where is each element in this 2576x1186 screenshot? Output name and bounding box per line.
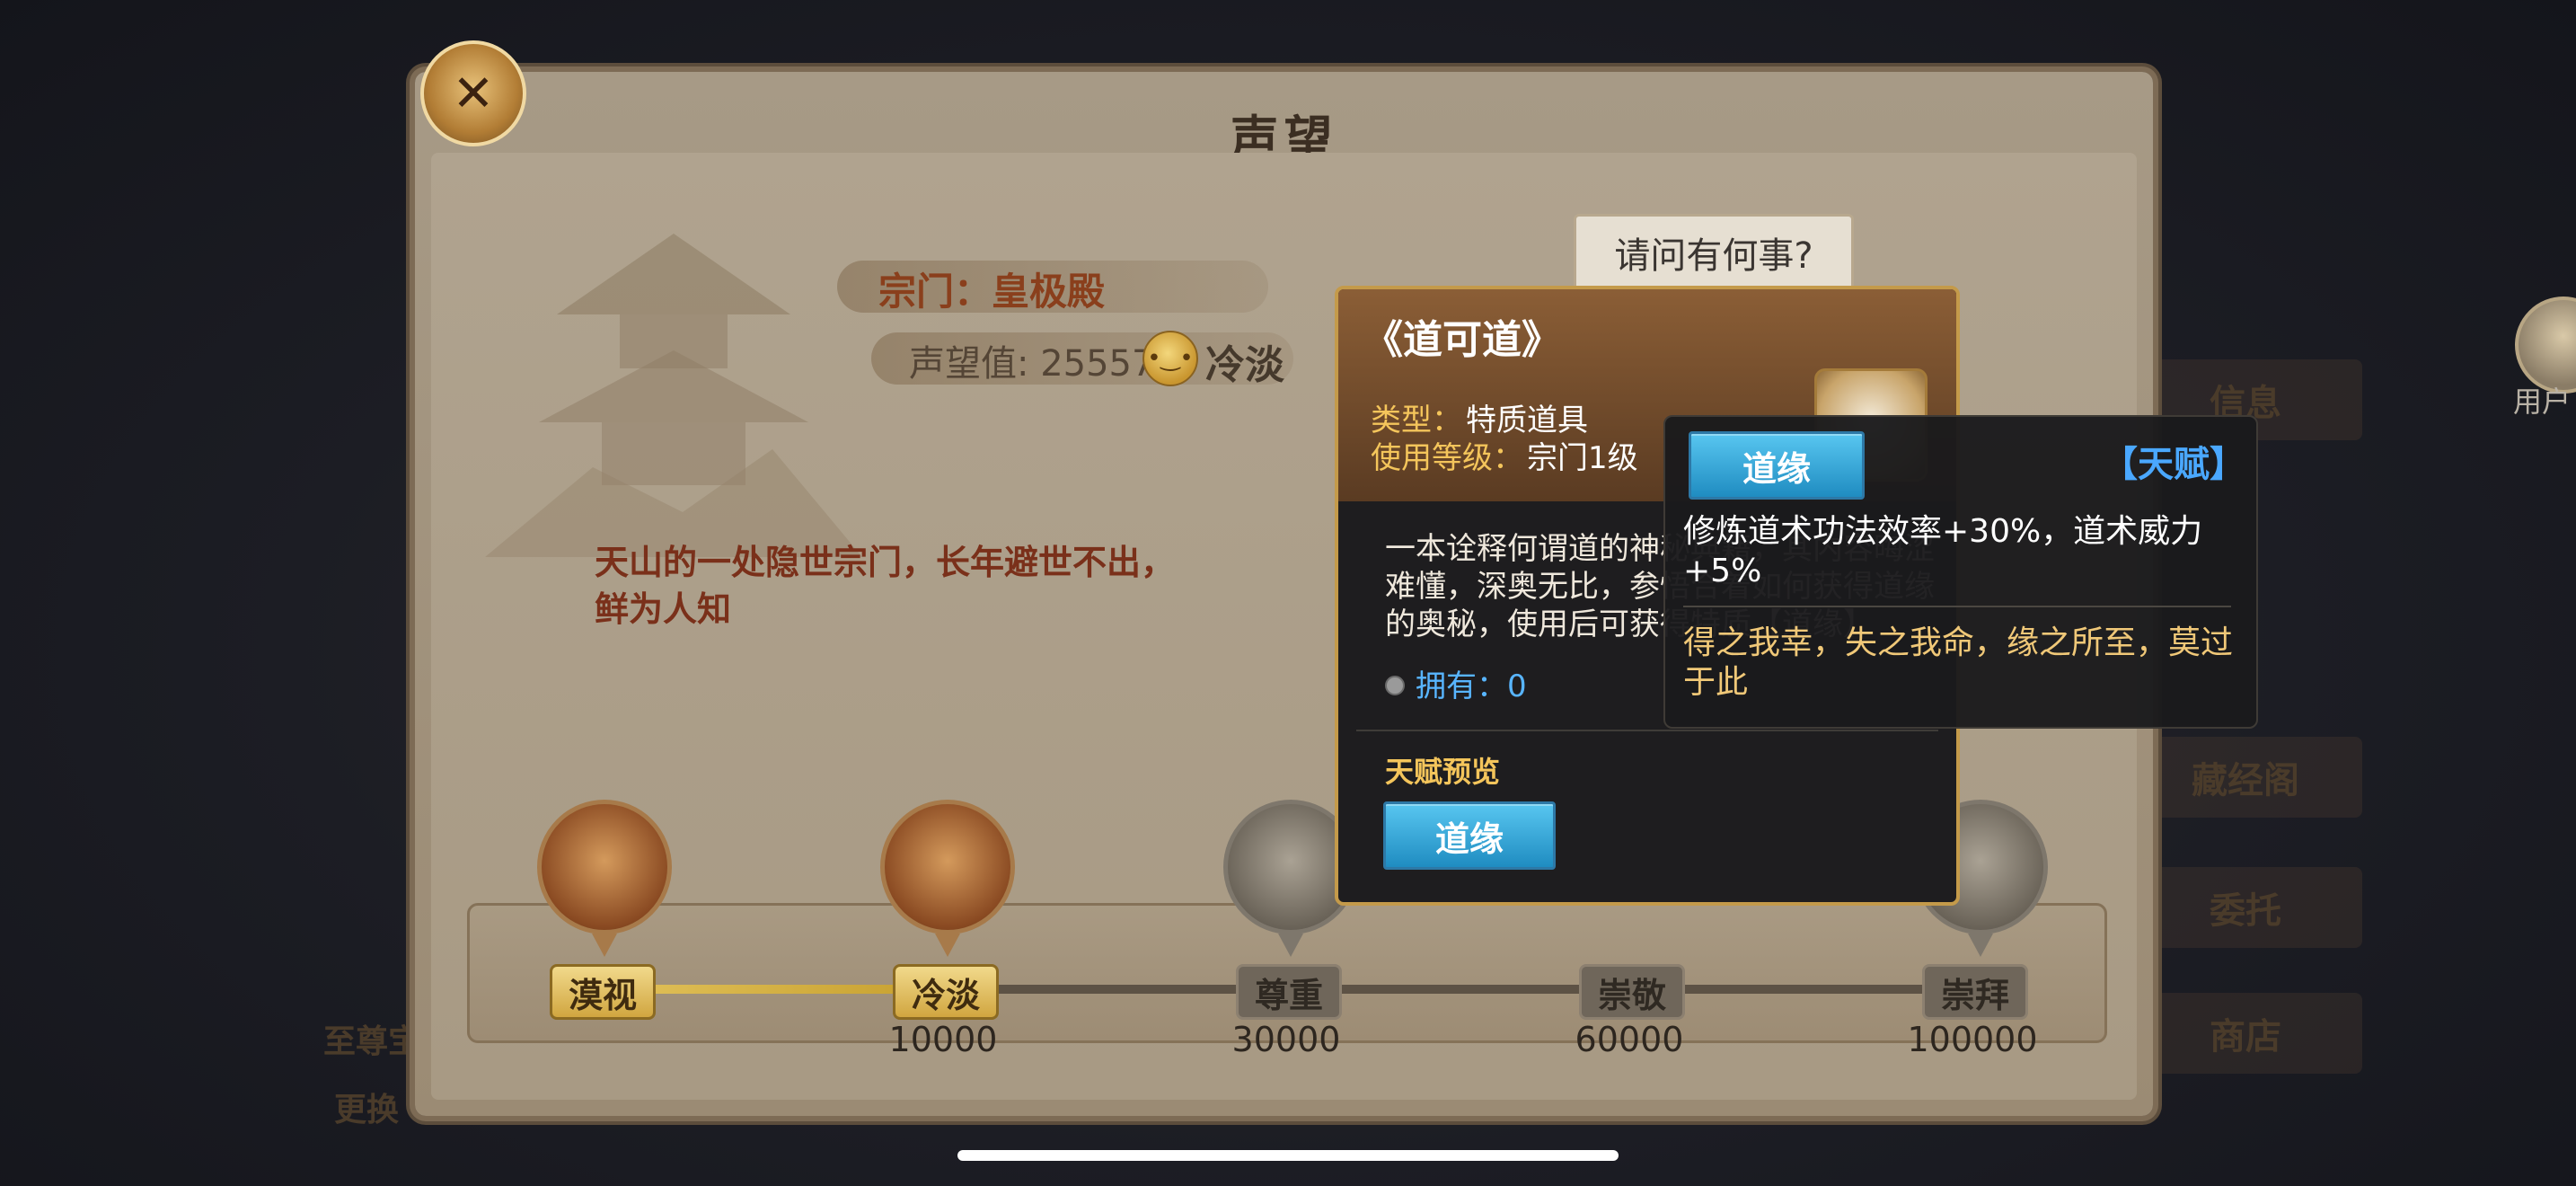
bg-menu-shop: 商店 (2129, 993, 2362, 1074)
bg-label-change: 更换 (334, 1092, 400, 1128)
item-owned-count: 拥有：0 (1416, 668, 1527, 704)
close-emblem-icon[interactable]: ✕ (420, 40, 526, 146)
talent-preview-button[interactable]: 道缘 (1383, 801, 1556, 870)
sect-description: 天山的一处隐世宗门，长年避世不出，鲜为人知 (595, 543, 1176, 629)
owned-dot-icon (1385, 676, 1405, 695)
npc-speech-bubble[interactable]: 请问有何事? (1574, 214, 1854, 291)
milestone-tag-respect: 尊重 (1236, 964, 1342, 1020)
tooltip-talent-tag: 【天赋】 (2102, 444, 2245, 485)
talent-preview-label: 天赋预览 (1385, 755, 1501, 789)
reputation-value: 声望值: 25557 (909, 343, 1155, 385)
item-level-value: 宗门1级 (1527, 440, 1638, 476)
milestone-icon-disdain[interactable] (537, 800, 672, 957)
tooltip-flavor-text: 得之我幸，失之我命，缘之所至，莫过于此 (1683, 624, 2234, 701)
item-level-label: 使用等级： (1371, 440, 1523, 476)
milestone-threshold-respect: 30000 (1231, 1020, 1341, 1059)
attitude-face-icon: •‿• (1142, 331, 1198, 386)
milestone-threshold-worship: 100000 (1907, 1020, 2038, 1059)
item-title: 《道可道》 (1363, 317, 1561, 363)
sect-name: 宗门：皇极殿 (878, 270, 1106, 314)
milestone-threshold-revere: 60000 (1575, 1020, 1684, 1059)
milestone-icon-cold[interactable] (880, 800, 1015, 957)
user-label: 用户 (2513, 385, 2572, 419)
tooltip-divider (1683, 606, 2231, 607)
bg-label-zhizunbao: 至尊宝 (323, 1023, 421, 1060)
bg-menu-commission: 委托 (2129, 867, 2362, 948)
pagoda-illustration-icon (485, 234, 862, 557)
tooltip-effect: 修炼道术功法效率+30%，道术威力+5% (1683, 513, 2203, 589)
tooltip-talent-button[interactable]: 道缘 (1689, 431, 1865, 500)
milestone-tag-revere: 崇敬 (1579, 964, 1685, 1020)
bg-menu-library: 藏经阁 (2129, 737, 2362, 818)
home-indicator[interactable] (957, 1150, 1619, 1161)
reputation-level: 冷淡 (1205, 342, 1284, 388)
milestone-tag-disdain: 漠视 (550, 964, 656, 1020)
milestone-threshold-cold: 10000 (888, 1020, 998, 1059)
milestone-tag-worship: 崇拜 (1922, 964, 2028, 1020)
card-divider (1356, 730, 1938, 731)
milestone-tag-cold: 冷淡 (893, 964, 999, 1020)
